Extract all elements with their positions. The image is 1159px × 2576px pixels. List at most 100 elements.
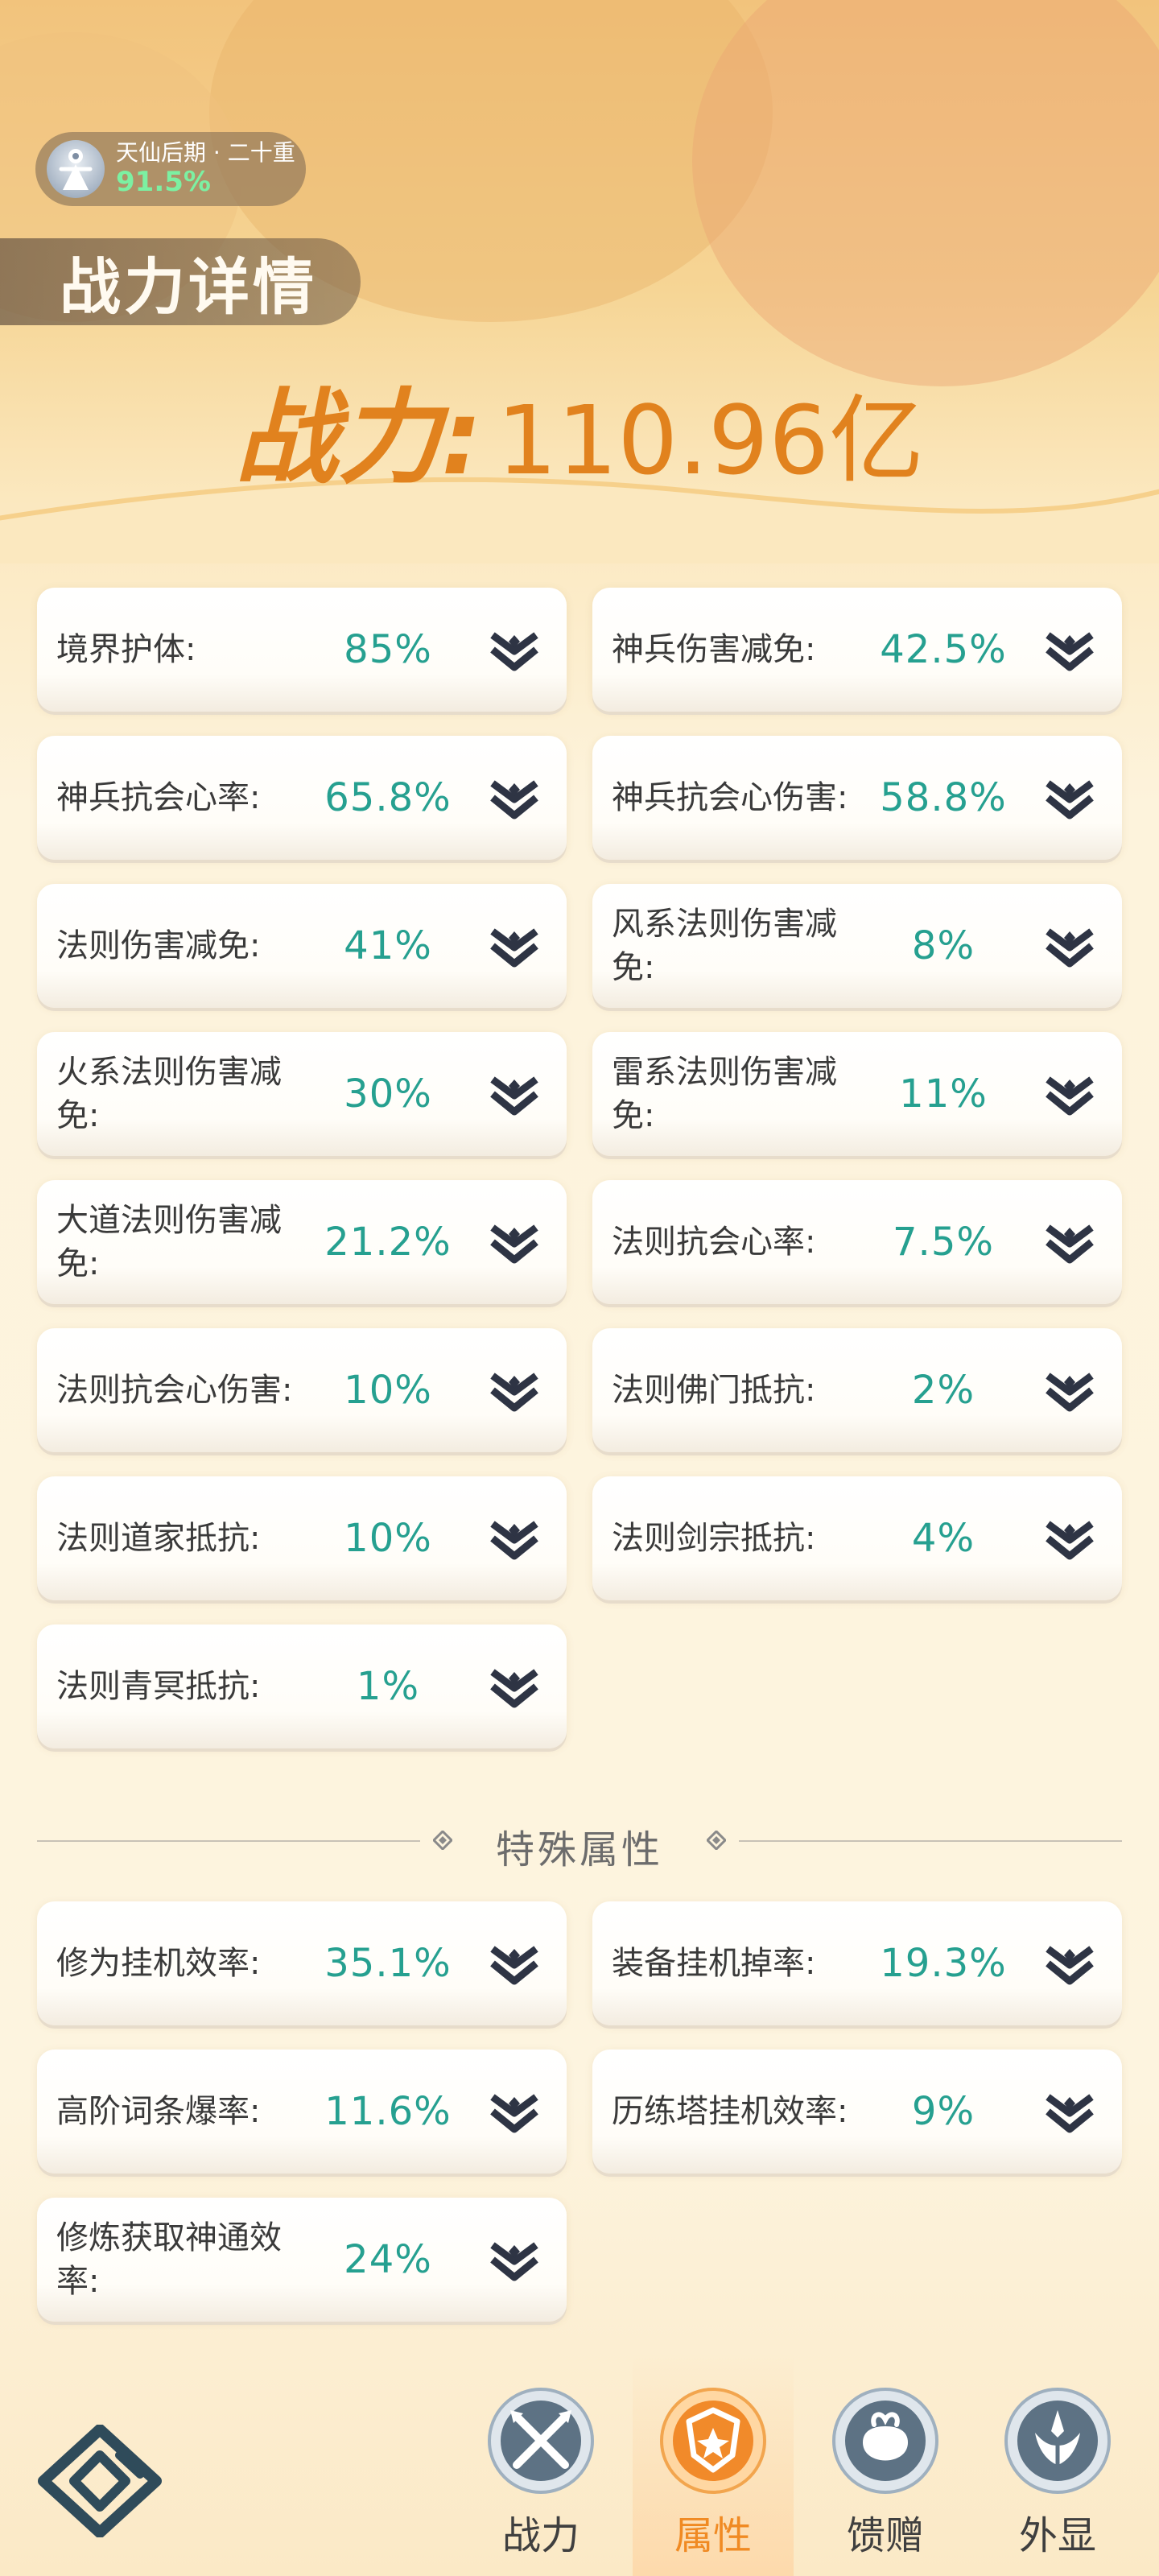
stat-card[interactable]: 法则剑宗抵抗: 4% [592, 1476, 1122, 1600]
stat-card[interactable]: 境界护体: 85% [37, 588, 567, 712]
stat-value: 8% [911, 923, 975, 968]
stat-value: 1% [356, 1664, 420, 1709]
expand-chevron-icon[interactable] [489, 1368, 539, 1413]
special-stat-card[interactable]: 历练塔挂机效率: 9% [592, 2050, 1122, 2174]
special-section-header: 特殊属性 [37, 1800, 1122, 1880]
expand-chevron-icon[interactable] [489, 1941, 539, 1986]
menu-logo-icon[interactable] [35, 2425, 164, 2537]
expand-chevron-icon[interactable] [489, 627, 539, 672]
expand-chevron-icon[interactable] [1045, 627, 1095, 672]
expand-chevron-icon[interactable] [489, 1220, 539, 1265]
stat-label: 法则抗会心率: [612, 1224, 816, 1261]
expand-chevron-icon[interactable] [1045, 1516, 1095, 1561]
page-title: 战力详情 [60, 251, 317, 323]
stat-label: 火系法则伤害减免: [56, 1054, 282, 1134]
crown-wings-icon [1004, 2388, 1111, 2494]
cultivator-avatar-icon [59, 149, 93, 190]
stat-value: 41% [344, 923, 432, 968]
expand-chevron-icon[interactable] [1045, 1220, 1095, 1265]
stat-value: 9% [911, 2089, 975, 2134]
gift-pouch-icon [832, 2388, 938, 2494]
combat-power-label: 战力 [234, 378, 441, 498]
stat-card[interactable]: 大道法则伤害减免: 21.2% [37, 1180, 567, 1304]
stat-card[interactable]: 神兵抗会心率: 65.8% [37, 736, 567, 860]
realm-badge[interactable]: 天仙后期 · 二十重 91.5% [35, 132, 306, 206]
special-attribute-grid: 修为挂机效率: 35.1% 装备挂机掉率: 19.3% 高阶词条爆率: 11.6% 历… [37, 1901, 1122, 2322]
realm-progress: 91.5% [116, 165, 211, 198]
stat-label: 高阶词条爆率: [56, 2093, 261, 2130]
tab-label: 战力 [501, 2513, 580, 2558]
special-stat-card[interactable]: 高阶词条爆率: 11.6% [37, 2050, 567, 2174]
stat-card[interactable]: 法则青冥抵抗: 1% [37, 1624, 567, 1748]
stat-label: 法则抗会心伤害: [56, 1372, 293, 1409]
stat-value: 24% [344, 2237, 432, 2282]
expand-chevron-icon[interactable] [1045, 923, 1095, 968]
stat-value: 35.1% [324, 1941, 452, 1986]
stat-card[interactable]: 法则抗会心率: 7.5% [592, 1180, 1122, 1304]
expand-chevron-icon[interactable] [489, 2237, 539, 2282]
expand-chevron-icon[interactable] [1045, 1941, 1095, 1986]
expand-chevron-icon[interactable] [489, 2089, 539, 2134]
special-stat-card[interactable]: 修炼获取神通效率: 24% [37, 2198, 567, 2322]
realm-name: 天仙后期 · 二十重 [116, 139, 295, 167]
expand-chevron-icon[interactable] [489, 1516, 539, 1561]
stat-card[interactable]: 法则抗会心伤害: 10% [37, 1328, 567, 1452]
stat-label: 历练塔挂机效率: [612, 2093, 848, 2130]
stat-card[interactable]: 神兵抗会心伤害: 58.8% [592, 736, 1122, 860]
divider-line [739, 1840, 1122, 1842]
section-title: 特殊属性 [495, 1827, 663, 1872]
stat-label: 法则佛门抵抗: [612, 1372, 816, 1409]
tab-label: 馈赠 [846, 2513, 924, 2558]
crossed-swords-icon [488, 2388, 594, 2494]
stat-card[interactable]: 法则伤害减免: 41% [37, 884, 567, 1008]
special-stat-card[interactable]: 装备挂机掉率: 19.3% [592, 1901, 1122, 2025]
stat-label: 神兵抗会心率: [56, 779, 261, 816]
tab-attributes[interactable]: 属性 [633, 2354, 794, 2576]
expand-chevron-icon[interactable] [489, 1071, 539, 1117]
stat-label: 境界护体: [56, 631, 196, 668]
stat-label: 法则道家抵抗: [56, 1520, 261, 1557]
attribute-grid: 境界护体: 85% 神兵伤害减免: 42.5% 神兵抗会心率: 65.8% 神兵抗会心… [37, 588, 1122, 1748]
page-title-banner: 战力详情 [0, 238, 361, 325]
tab-appearance[interactable]: 外显 [977, 2354, 1138, 2576]
bottom-nav: 战力 属性 馈赠 外显 [0, 2351, 1159, 2576]
avatar [47, 140, 105, 198]
stat-card[interactable]: 火系法则伤害减免: 30% [37, 1032, 567, 1156]
stat-value: 11.6% [324, 2089, 452, 2134]
stat-card[interactable]: 法则道家抵抗: 10% [37, 1476, 567, 1600]
expand-chevron-icon[interactable] [489, 1664, 539, 1709]
expand-chevron-icon[interactable] [1045, 1071, 1095, 1117]
stat-label: 法则伤害减免: [56, 927, 261, 964]
diamond-ornament-icon [707, 1831, 726, 1850]
stat-value: 4% [911, 1516, 975, 1561]
stat-card[interactable]: 雷系法则伤害减免: 11% [592, 1032, 1122, 1156]
stat-label: 神兵伤害减免: [612, 631, 816, 668]
expand-chevron-icon[interactable] [1045, 2089, 1095, 2134]
expand-chevron-icon[interactable] [1045, 775, 1095, 820]
stat-label: 神兵抗会心伤害: [612, 779, 848, 816]
stat-card[interactable]: 法则佛门抵抗: 2% [592, 1328, 1122, 1452]
stat-value: 11% [899, 1071, 988, 1117]
stat-label: 大道法则伤害减免: [56, 1202, 282, 1282]
stat-label: 法则青冥抵抗: [56, 1668, 261, 1705]
stat-label: 雷系法则伤害减免: [612, 1054, 837, 1134]
shield-star-icon [660, 2388, 766, 2494]
stat-value: 42.5% [880, 627, 1007, 672]
special-stat-card[interactable]: 修为挂机效率: 35.1% [37, 1901, 567, 2025]
stat-label: 修炼获取神通效率: [56, 2219, 282, 2300]
stat-card[interactable]: 神兵伤害减免: 42.5% [592, 588, 1122, 712]
stat-value: 10% [344, 1368, 432, 1413]
stat-value: 85% [344, 627, 432, 672]
tab-gifts[interactable]: 馈赠 [805, 2354, 966, 2576]
combat-power-colon: : [440, 378, 483, 498]
stat-value: 65.8% [324, 775, 452, 820]
expand-chevron-icon[interactable] [489, 923, 539, 968]
stat-value: 58.8% [880, 775, 1007, 820]
expand-chevron-icon[interactable] [1045, 1368, 1095, 1413]
combat-power: 战力: 110.96亿 [0, 354, 1159, 503]
stat-value: 21.2% [324, 1220, 452, 1265]
expand-chevron-icon[interactable] [489, 775, 539, 820]
stat-card[interactable]: 风系法则伤害减免: 8% [592, 884, 1122, 1008]
tab-combat-power[interactable]: 战力 [460, 2354, 621, 2576]
stat-value: 2% [911, 1368, 975, 1413]
